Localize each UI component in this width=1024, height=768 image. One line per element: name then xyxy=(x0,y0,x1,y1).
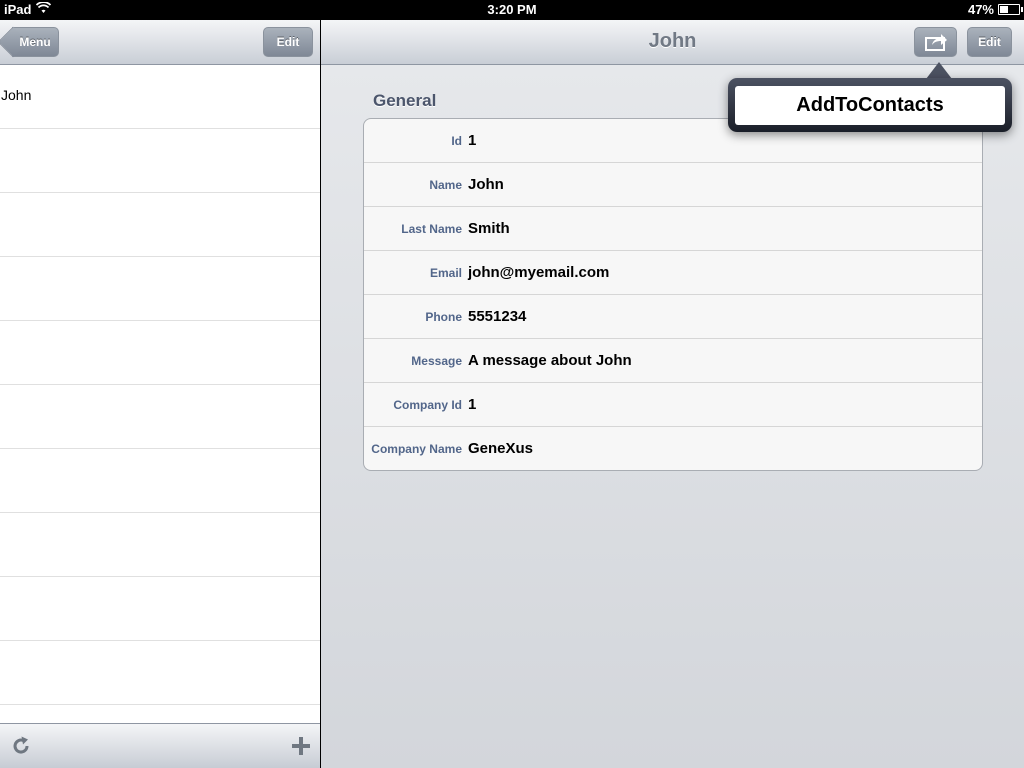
field-row-email[interactable]: Email john@myemail.com xyxy=(364,251,982,295)
list-item[interactable] xyxy=(0,577,320,641)
detail-edit-button[interactable]: Edit xyxy=(967,27,1012,57)
field-label: Id xyxy=(451,134,462,148)
share-button[interactable] xyxy=(914,27,957,57)
popover-arrow xyxy=(926,62,952,79)
add-icon[interactable] xyxy=(290,735,312,757)
battery-percent: 47% xyxy=(967,2,994,17)
field-value[interactable]: john@myemail.com xyxy=(468,264,609,281)
master-list: John xyxy=(0,65,320,705)
field-label: Phone xyxy=(425,310,462,324)
field-row-message: Message A message about John xyxy=(364,339,982,383)
menu-back-label: Menu xyxy=(19,35,51,49)
actions-popover: AddToContacts xyxy=(728,78,1012,132)
detail-fields-table: Id 1 Name John Last Name Smith Email joh… xyxy=(363,118,983,471)
field-value[interactable]: 5551234 xyxy=(468,308,526,325)
list-item-label: John xyxy=(1,87,32,103)
master-pane: Menu Edit John xyxy=(0,20,320,768)
field-value: 1 xyxy=(468,396,477,413)
field-label: Last Name xyxy=(401,222,462,236)
field-value: A message about John xyxy=(468,352,632,369)
field-row-company-id: Company Id 1 xyxy=(364,383,982,427)
share-icon xyxy=(924,32,948,62)
list-item[interactable] xyxy=(0,129,320,193)
detail-navbar: John Edit xyxy=(321,20,1024,65)
menu-back-button[interactable]: Menu xyxy=(12,27,59,57)
status-bar: iPad 3:20 PM 47% xyxy=(0,0,1024,20)
field-value: GeneXus xyxy=(468,440,534,457)
field-row-phone[interactable]: Phone 5551234 xyxy=(364,295,982,339)
list-item[interactable] xyxy=(0,449,320,513)
field-value: 1 xyxy=(468,132,477,149)
field-row-company-name: Company Name GeneXus xyxy=(364,427,982,470)
list-item[interactable] xyxy=(0,385,320,449)
refresh-icon[interactable] xyxy=(10,735,32,757)
field-value: Smith xyxy=(468,220,510,237)
status-time: 3:20 PM xyxy=(487,2,537,17)
list-item[interactable] xyxy=(0,513,320,577)
battery-icon xyxy=(998,4,1023,15)
field-label: Company Name xyxy=(371,442,462,456)
field-label: Company Id xyxy=(393,398,462,412)
master-toolbar xyxy=(0,723,320,768)
list-item[interactable] xyxy=(0,257,320,321)
field-row-name: Name John xyxy=(364,163,982,207)
list-item[interactable] xyxy=(0,321,320,385)
list-item[interactable]: John xyxy=(0,65,320,129)
detail-pane: John Edit General Id 1 Name John Last Na… xyxy=(321,20,1024,768)
add-to-contacts-button[interactable]: AddToContacts xyxy=(735,86,1005,125)
field-label: Email xyxy=(429,266,462,280)
field-value: John xyxy=(468,176,504,193)
master-navbar: Menu Edit xyxy=(0,20,320,65)
field-label: Name xyxy=(429,178,462,192)
section-title: General xyxy=(373,91,437,110)
list-item[interactable] xyxy=(0,641,320,705)
field-label: Message xyxy=(411,354,462,368)
field-row-last-name: Last Name Smith xyxy=(364,207,982,251)
list-item[interactable] xyxy=(0,193,320,257)
master-edit-button[interactable]: Edit xyxy=(263,27,313,57)
